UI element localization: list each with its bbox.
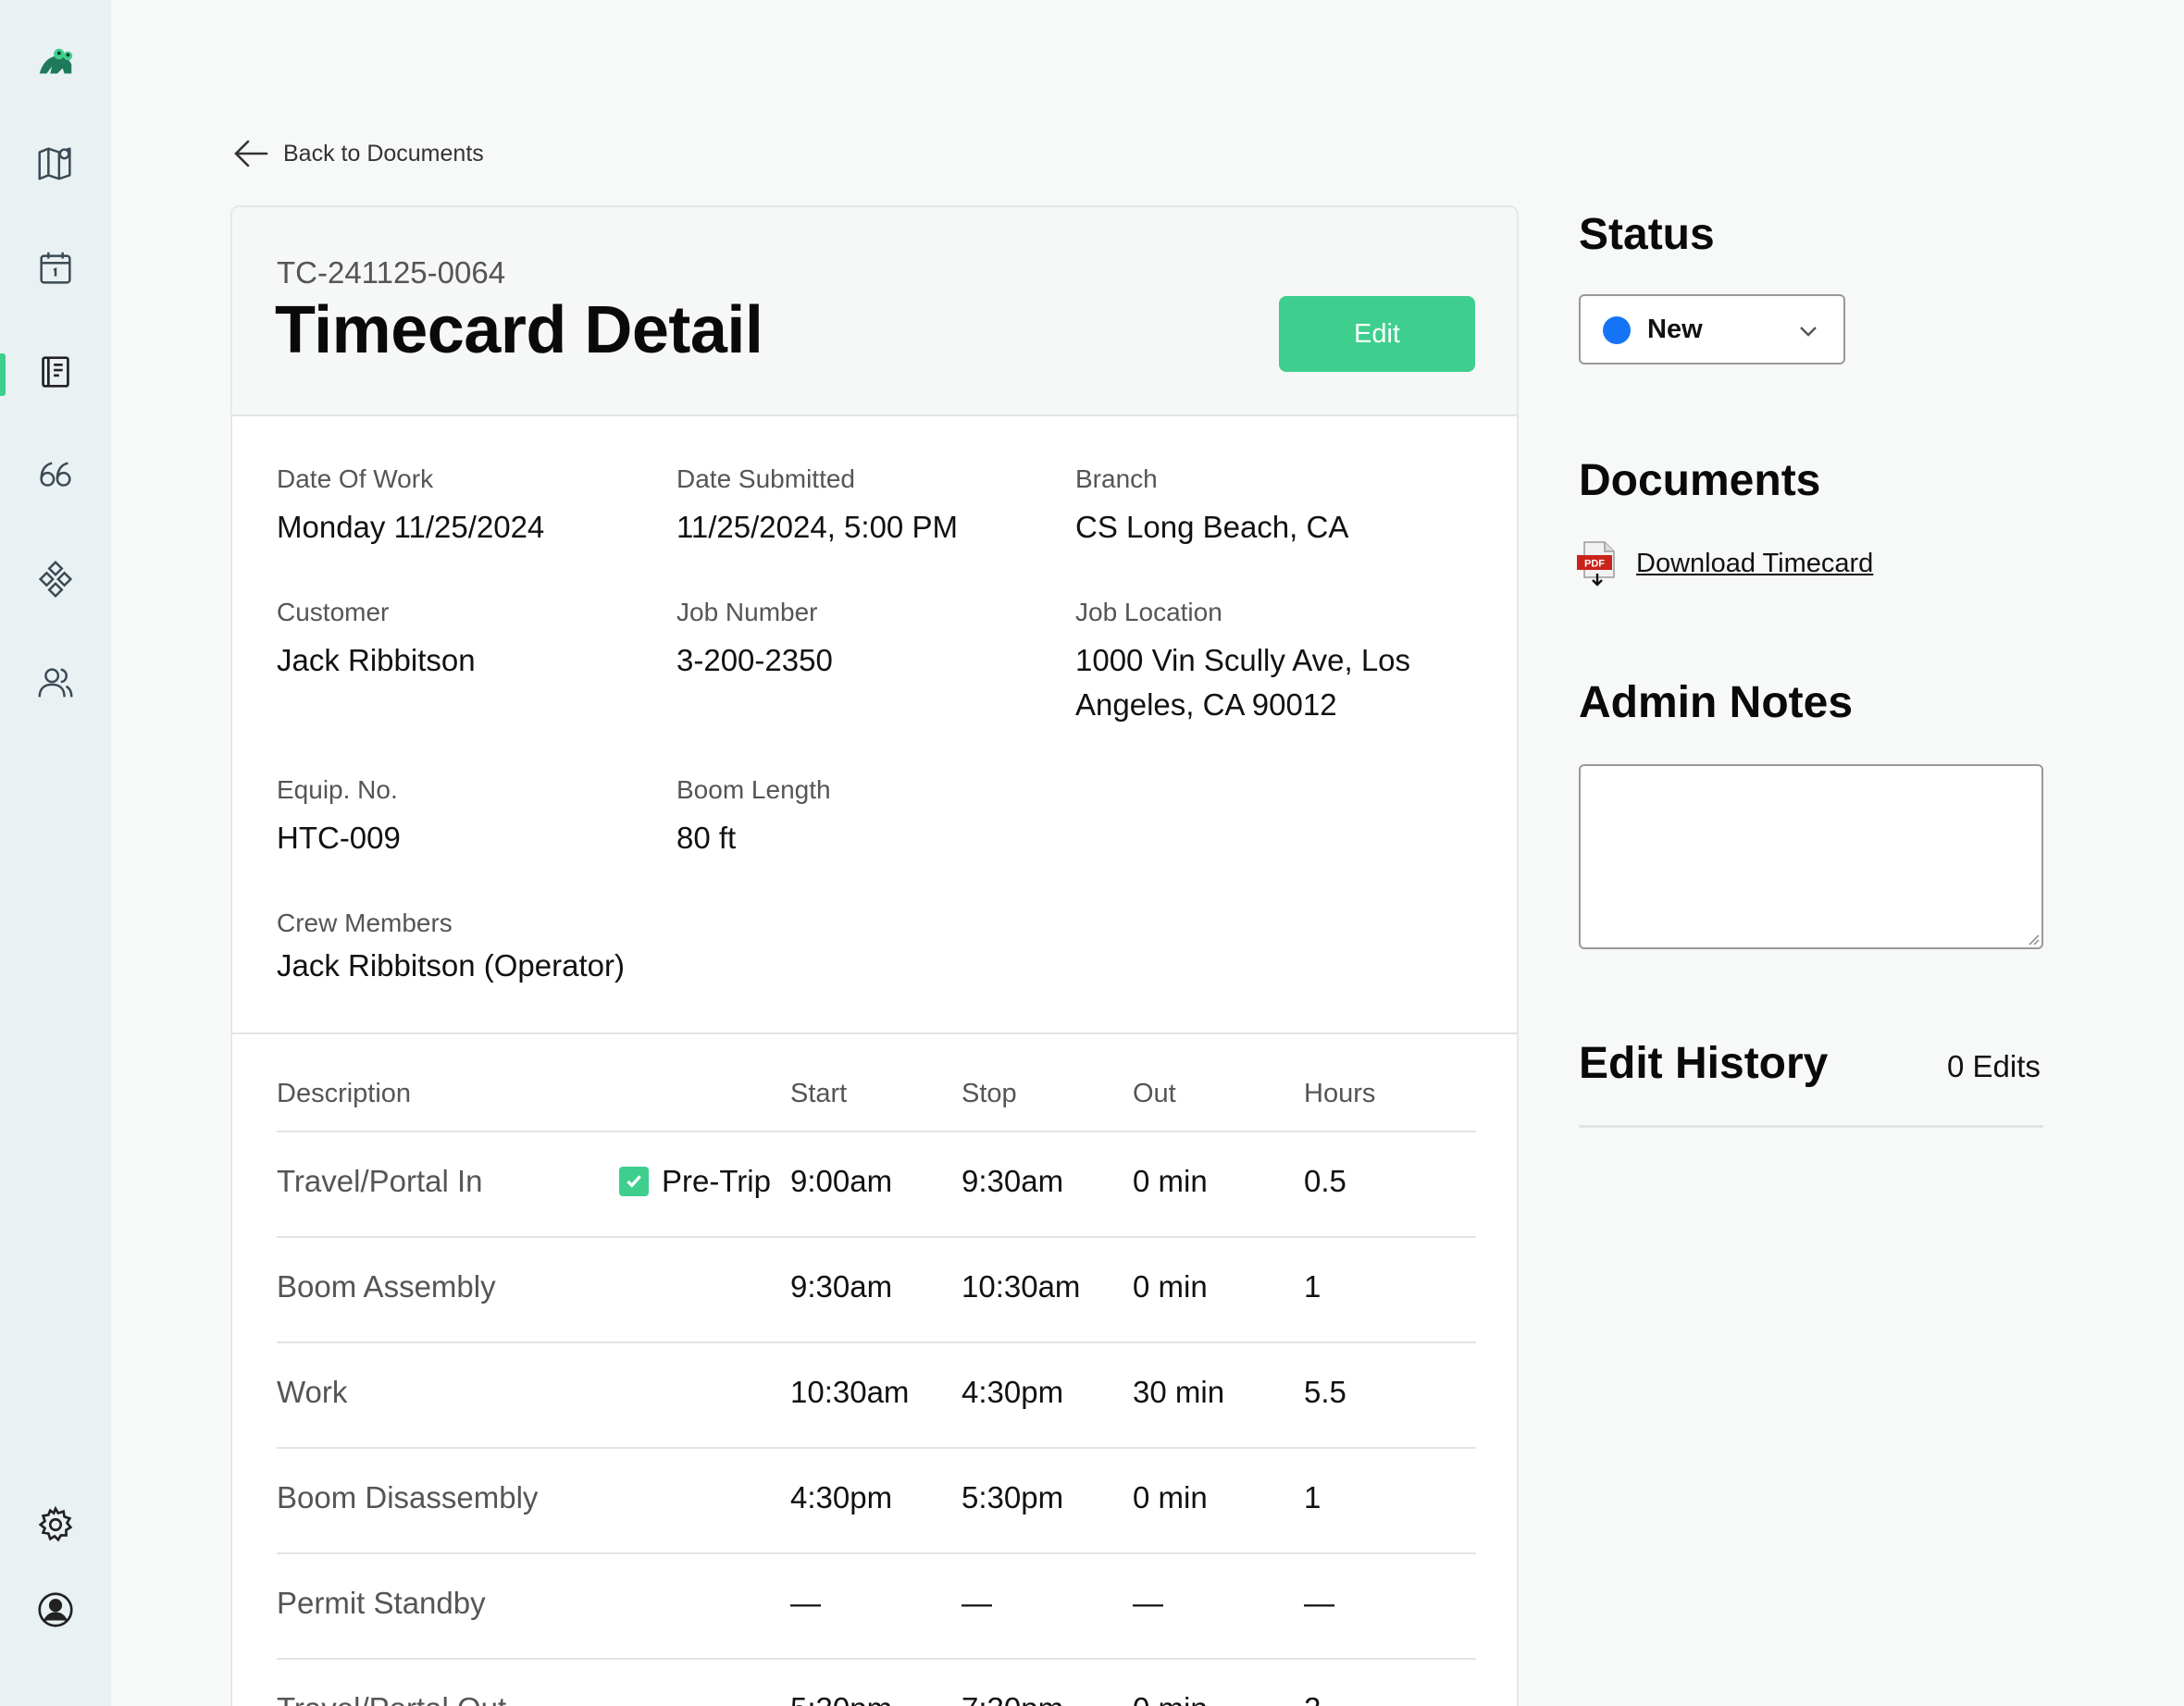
calendar-icon[interactable] (0, 231, 111, 305)
row-out: 0 min (1133, 1691, 1208, 1706)
document-id: TC-241125-0064 (277, 255, 506, 290)
date-submitted-value: 11/25/2024, 5:00 PM (676, 510, 958, 544)
check-icon (627, 1175, 641, 1188)
quote-icon[interactable] (0, 439, 111, 513)
row-hours: 1 (1304, 1480, 1322, 1514)
edit-button[interactable]: Edit (1279, 296, 1475, 372)
row-description: Work (277, 1375, 348, 1409)
table-row: Travel/Portal In Pre-Trip 9:00am 9:30am … (277, 1132, 1476, 1238)
date-of-work-label: Date Of Work (277, 464, 434, 493)
column-header-out: Out (1133, 1079, 1176, 1108)
back-link-label: Back to Documents (283, 140, 484, 167)
status-value: New (1647, 315, 1703, 344)
pdf-download-icon: PDF (1577, 541, 1615, 587)
users-icon[interactable] (0, 646, 111, 720)
equip-no-value: HTC-009 (277, 821, 401, 855)
chevron-down-icon (1800, 327, 1817, 337)
row-out: 0 min (1133, 1164, 1208, 1198)
table-row: Boom Disassembly 4:30pm 5:30pm 0 min 1 (277, 1449, 1476, 1554)
row-hours: 0.5 (1304, 1164, 1346, 1198)
crew-members-value: Jack Ribbitson (Operator) (277, 948, 625, 983)
equip-no-label: Equip. No. (277, 775, 398, 804)
pretrip-label: Pre-Trip (662, 1164, 771, 1198)
admin-notes-title: Admin Notes (1579, 678, 1854, 727)
arrow-left-icon (234, 140, 268, 167)
status-dot (1603, 316, 1631, 344)
row-stop: 9:30am (962, 1164, 1064, 1198)
row-start: — (790, 1586, 821, 1620)
page-title: Timecard Detail (275, 293, 763, 367)
components-icon[interactable] (0, 542, 111, 616)
row-start: 9:00am (790, 1164, 893, 1198)
admin-notes-input[interactable] (1579, 764, 2043, 949)
job-number-value: 3-200-2350 (676, 643, 833, 677)
job-location-value-line2: Angeles, CA 90012 (1075, 687, 1337, 722)
resize-handle-icon[interactable] (2027, 933, 2040, 946)
row-start: 10:30am (790, 1375, 910, 1409)
pretrip-checkbox[interactable] (619, 1167, 649, 1196)
frog-logo-icon[interactable] (0, 26, 111, 100)
documents-title: Documents (1579, 456, 1821, 505)
date-submitted-label: Date Submitted (676, 464, 855, 493)
gear-icon[interactable] (0, 1488, 111, 1562)
table-row: Travel/Portal Out 5:30pm 7:30pm 0 min 2 (277, 1660, 1476, 1706)
job-location-label: Job Location (1075, 598, 1222, 626)
row-description: Boom Disassembly (277, 1480, 539, 1514)
row-description: Permit Standby (277, 1586, 486, 1620)
status-title: Status (1579, 210, 1715, 259)
customer-value: Jack Ribbitson (277, 643, 476, 677)
user-circle-icon[interactable] (0, 1573, 111, 1647)
row-stop: — (962, 1586, 992, 1620)
download-timecard-label: Download Timecard (1636, 548, 1874, 578)
row-out: 0 min (1133, 1480, 1208, 1514)
row-out: 0 min (1133, 1269, 1208, 1304)
branch-value: CS Long Beach, CA (1075, 510, 1349, 544)
svg-text:PDF: PDF (1584, 559, 1605, 570)
section-divider (232, 1032, 1517, 1034)
date-of-work-value: Monday 11/25/2024 (277, 510, 545, 544)
row-out: 30 min (1133, 1375, 1225, 1409)
column-header-stop: Stop (962, 1079, 1017, 1108)
row-stop: 5:30pm (962, 1480, 1064, 1514)
timecard-card: TC-241125-0064 Timecard Detail Edit Date… (230, 205, 1519, 1706)
crew-members-label: Crew Members (277, 909, 453, 937)
customer-label: Customer (277, 598, 390, 626)
table-row: Boom Assembly 9:30am 10:30am 0 min 1 (277, 1238, 1476, 1343)
row-stop: 4:30pm (962, 1375, 1064, 1409)
row-stop: 7:30pm (962, 1691, 1063, 1706)
table-row: Permit Standby — — — — (277, 1554, 1476, 1660)
pretrip-checkbox-group[interactable]: Pre-Trip (619, 1164, 771, 1199)
row-out: — (1133, 1586, 1163, 1620)
boom-length-value: 80 ft (676, 821, 737, 855)
status-dropdown[interactable]: New (1579, 294, 1845, 365)
back-to-documents-link[interactable]: Back to Documents (231, 131, 484, 176)
column-header-start: Start (790, 1079, 848, 1108)
sidebar (0, 0, 111, 1706)
map-pin-icon[interactable] (0, 126, 111, 200)
edit-history-divider (1579, 1125, 2043, 1128)
row-hours: 2 (1304, 1691, 1321, 1706)
row-hours: 5.5 (1304, 1375, 1346, 1409)
row-start: 5:30pm (790, 1691, 892, 1706)
row-hours: — (1304, 1586, 1334, 1620)
row-hours: 1 (1304, 1269, 1322, 1304)
edit-history-title: Edit History (1579, 1039, 1829, 1088)
row-description: Travel/Portal In (277, 1164, 483, 1198)
job-location-value-line1: 1000 Vin Scully Ave, Los (1075, 643, 1411, 677)
job-number-label: Job Number (676, 598, 818, 626)
column-header-description: Description (277, 1079, 412, 1108)
row-description: Travel/Portal Out (277, 1691, 506, 1706)
row-start: 4:30pm (790, 1480, 893, 1514)
download-timecard-link[interactable]: PDF Download Timecard (1577, 540, 1873, 587)
row-description: Boom Assembly (277, 1269, 496, 1304)
edit-count: 0 Edits (1947, 1049, 2041, 1083)
row-start: 9:30am (790, 1269, 893, 1304)
column-header-hours: Hours (1304, 1079, 1376, 1108)
table-row: Work 10:30am 4:30pm 30 min 5.5 (277, 1343, 1476, 1449)
boom-length-label: Boom Length (676, 775, 831, 804)
document-book-icon[interactable] (0, 335, 111, 409)
card-header: TC-241125-0064 Timecard Detail Edit (232, 207, 1517, 416)
row-stop: 10:30am (962, 1269, 1081, 1304)
branch-label: Branch (1075, 464, 1158, 493)
